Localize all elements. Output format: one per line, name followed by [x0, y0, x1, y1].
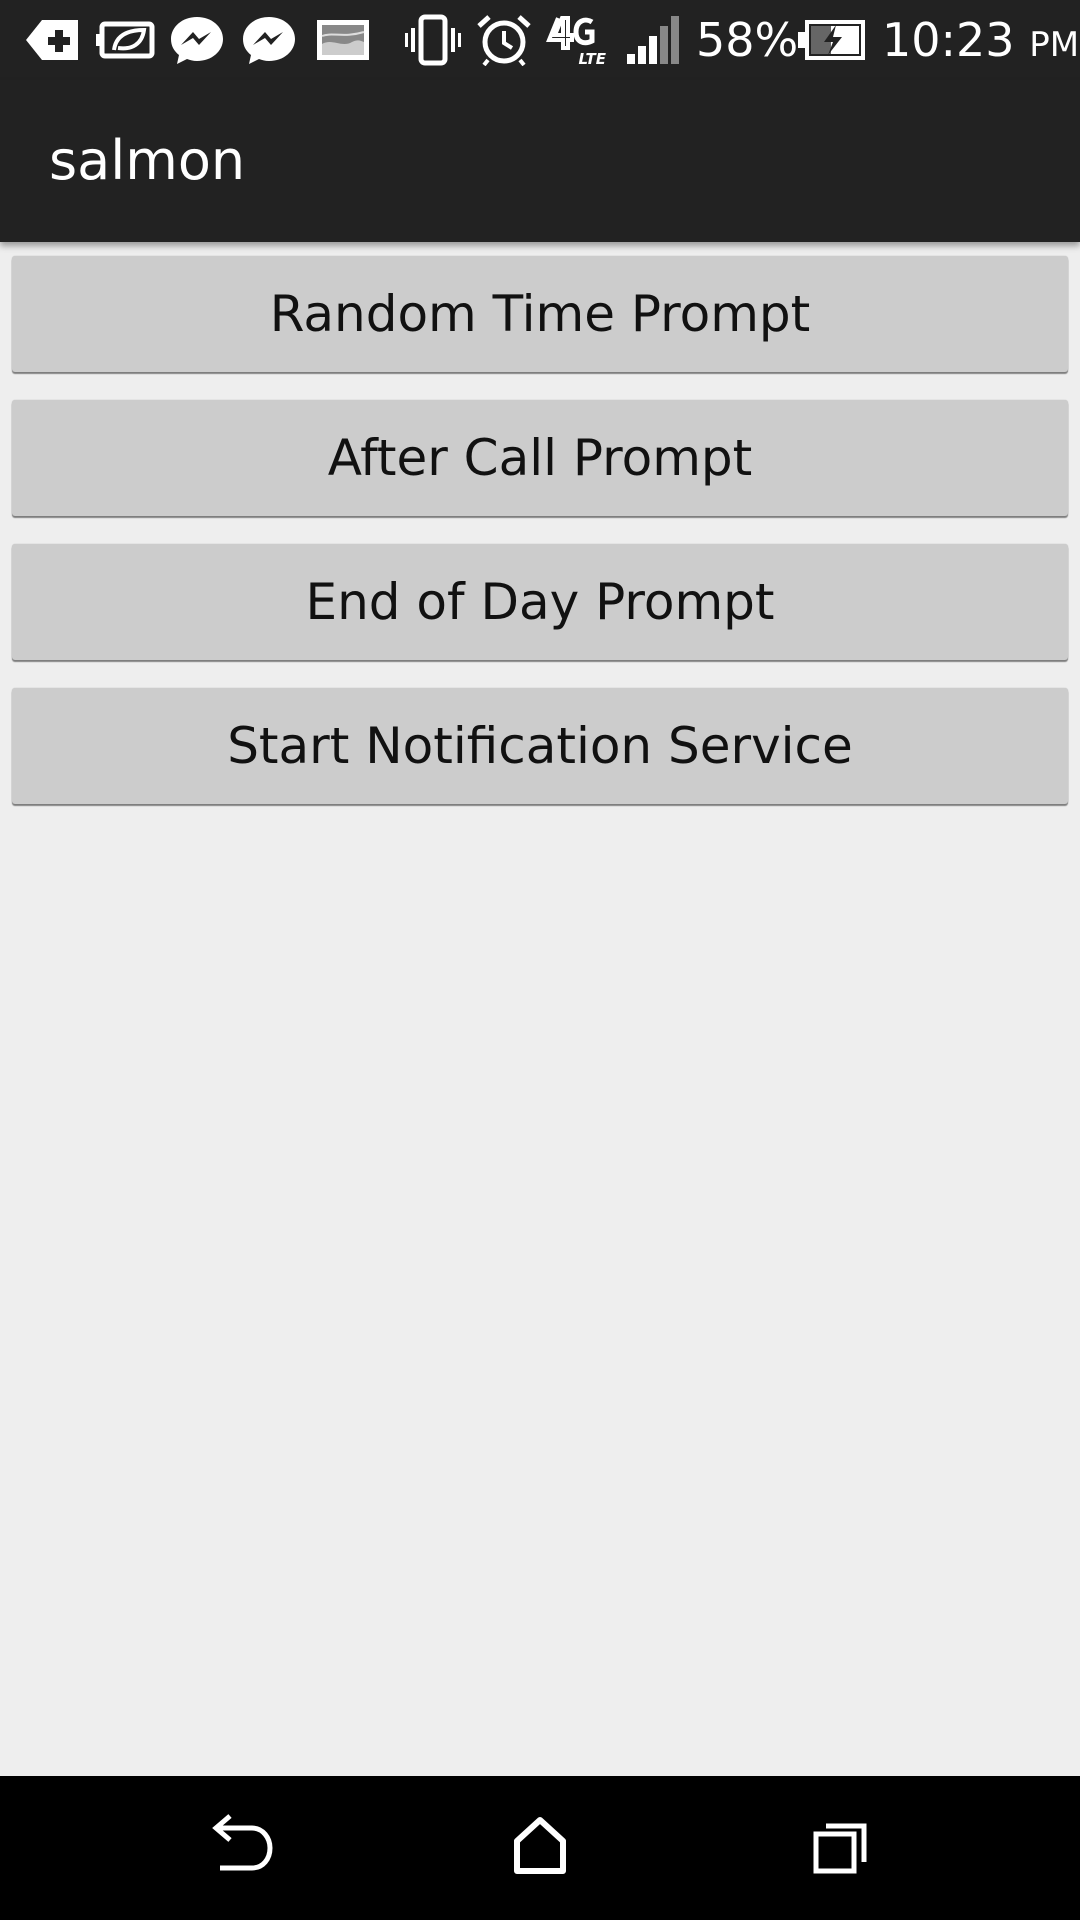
- app-title: salmon: [49, 129, 246, 192]
- add-notification-icon: [26, 20, 78, 60]
- random-time-prompt-button[interactable]: Random Time Prompt: [12, 256, 1068, 372]
- back-icon[interactable]: [190, 1798, 290, 1898]
- clock-time: 10:23: [882, 13, 1015, 67]
- recents-icon[interactable]: [790, 1798, 890, 1898]
- home-icon[interactable]: [490, 1798, 590, 1898]
- battery-percent: 58%: [696, 13, 799, 67]
- clock-ampm: PM: [1029, 25, 1080, 65]
- signal-icon: [627, 16, 679, 64]
- status-bar: LTE 58% 10:23 PM: [0, 0, 1080, 80]
- vibrate-icon: [405, 14, 461, 66]
- after-call-prompt-button[interactable]: After Call Prompt: [12, 400, 1068, 516]
- svg-text:LTE: LTE: [578, 50, 606, 66]
- alarm-icon: [477, 15, 531, 66]
- leaf-battery-icon: [96, 21, 155, 59]
- end-of-day-prompt-button[interactable]: End of Day Prompt: [12, 544, 1068, 660]
- image-icon: [317, 20, 369, 60]
- app-bar: salmon: [0, 80, 1080, 242]
- screen: LTE 58% 10:23 PM salmon Random Time Prom…: [0, 0, 1080, 1920]
- 4g-lte-icon: LTE: [546, 16, 607, 66]
- start-notification-service-button[interactable]: Start Notification Service: [12, 688, 1068, 804]
- battery-charging-icon: [798, 20, 865, 60]
- messenger-icon: [243, 17, 295, 64]
- clock: 10:23 PM: [882, 8, 1079, 77]
- navigation-bar: [0, 1776, 1080, 1920]
- messenger-icon: [171, 17, 223, 64]
